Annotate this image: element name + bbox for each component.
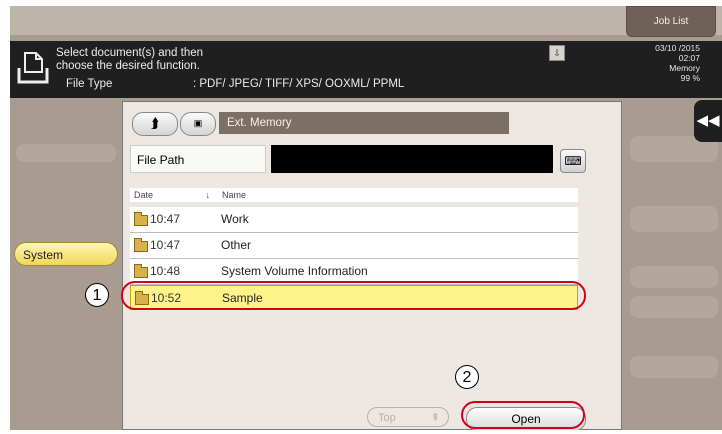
item-time: 10:47 [150, 212, 181, 226]
status-date: 03/10 /2015 [655, 43, 700, 53]
screen-frame: Job List Select document(s) and then cho… [10, 6, 722, 430]
background-panel [630, 206, 718, 232]
step-2-callout: 2 [455, 365, 479, 389]
step-1-callout: 1 [85, 283, 109, 307]
folder-icon [134, 212, 148, 226]
file-browser-dialog: ⮭ ▣ Ext. Memory File Path ⌨ Date ↓ Name … [122, 101, 622, 430]
memory-value: 99 % [680, 73, 700, 83]
usb-icon: ⇩ [549, 45, 565, 61]
instruction-line-2: choose the desired function. [56, 60, 200, 72]
highlight-open-button [461, 401, 585, 429]
sort-down-icon: ↓ [205, 190, 211, 200]
item-name: Work [221, 212, 249, 226]
document-icon [17, 52, 49, 84]
item-time: 10:47 [150, 238, 181, 252]
status-time: 02:07 [678, 53, 700, 63]
top-button: Top ⇞ [367, 407, 449, 427]
keyboard-button[interactable]: ⌨ [560, 149, 586, 173]
keyboard-icon: ⌨ [564, 154, 582, 168]
memory-label: Memory [669, 63, 700, 73]
file-path-label: File Path [130, 145, 266, 173]
folder-icon [134, 238, 148, 252]
up-folder-icon: ⮭ [150, 115, 160, 131]
current-location: Ext. Memory [219, 112, 509, 134]
background-panel [630, 356, 718, 378]
collapse-arrow-icon[interactable]: ◀◀ [694, 100, 722, 142]
list-item[interactable]: 10:47 Other [130, 233, 578, 259]
job-list-button[interactable]: Job List [626, 6, 716, 37]
name-column-header[interactable]: Name [222, 188, 246, 202]
status-panel: 03/10 /2015 02:07 Memory 99 % [655, 43, 700, 83]
memory-icon: ▣ [193, 118, 203, 128]
file-type-label: File Type [66, 78, 113, 90]
background-panel [630, 266, 718, 288]
file-path-field [271, 145, 553, 173]
background-panel [630, 296, 718, 318]
file-type-value: : PDF/ JPEG/ TIFF/ XPS/ OOXML/ PPML [193, 78, 405, 90]
folder-icon [134, 264, 148, 278]
list-item[interactable]: 10:47 Work [130, 207, 578, 233]
top-bar: Job List [10, 6, 722, 37]
memory-button[interactable]: ▣ [180, 112, 216, 136]
message-bar: Select document(s) and then choose the d… [10, 41, 722, 98]
instruction-line-1: Select document(s) and then [56, 47, 204, 59]
system-tab[interactable]: System [14, 242, 118, 266]
highlight-sample-row [121, 281, 586, 310]
scroll-top-icon: ⇞ [430, 412, 440, 424]
date-column-header[interactable]: Date ↓ [134, 188, 214, 202]
list-header: Date ↓ Name [130, 188, 578, 202]
up-folder-button[interactable]: ⮭ [132, 112, 178, 136]
item-name: Other [221, 238, 252, 252]
background-tab [16, 144, 116, 162]
